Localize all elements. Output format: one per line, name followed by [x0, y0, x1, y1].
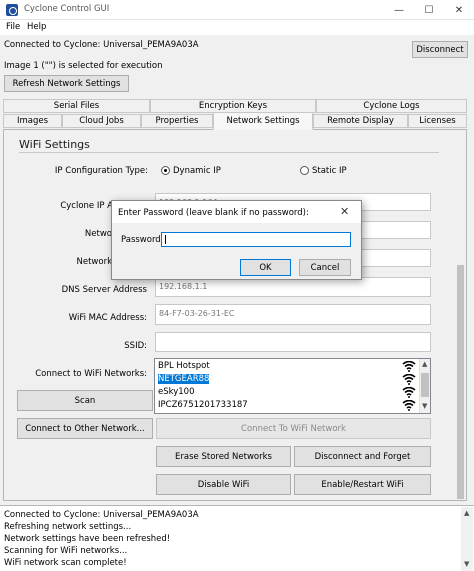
dynamic-ip-radio[interactable] — [161, 166, 170, 175]
connection-status: Connected to Cyclone: Universal_PEMA9A03… — [4, 40, 199, 50]
image-status: Image 1 ("") is selected for execution — [4, 61, 163, 71]
tab-encryption-keys[interactable]: Encryption Keys — [150, 99, 316, 113]
scroll-down-icon[interactable]: ▼ — [422, 402, 427, 410]
list-item[interactable]: NETGEAR88 — [156, 373, 420, 386]
erase-stored-networks-button[interactable]: Erase Stored Networks — [156, 446, 291, 467]
disconnect-forget-button[interactable]: Disconnect and Forget — [294, 446, 431, 467]
network-name: IPCZ6751201733187 — [158, 400, 248, 410]
dialog-title-bar: Enter Password (leave blank if no passwo… — [112, 201, 361, 223]
password-input[interactable] — [161, 232, 351, 247]
close-window-button[interactable]: ✕ — [444, 0, 474, 20]
refresh-network-button[interactable]: Refresh Network Settings — [4, 75, 129, 92]
static-ip-label: Static IP — [312, 166, 347, 176]
wifi-signal-icon — [402, 387, 416, 398]
log-line: WiFi network scan complete! — [4, 558, 127, 568]
network-list-scrollbar[interactable]: ▲ ▼ — [419, 359, 430, 413]
wifi-network-list[interactable]: BPL Hotspot NETGEAR88 eSky100 IPCZ675120… — [154, 358, 431, 414]
ip-address-label: Cyclone IP A — [60, 201, 113, 211]
wifi-signal-icon — [402, 400, 416, 411]
mac-field: 84-F7-03-26-31-EC — [155, 304, 431, 325]
app-icon — [6, 4, 18, 16]
dialog-title: Enter Password (leave blank if no passwo… — [118, 208, 309, 218]
network-name: eSky100 — [158, 387, 195, 397]
menu-help[interactable]: Help — [27, 22, 46, 32]
title-bar: Cyclone Control GUI — ☐ ✕ — [0, 0, 474, 20]
scroll-up-icon[interactable]: ▲ — [422, 360, 427, 368]
disconnect-button[interactable]: Disconnect — [412, 41, 468, 58]
panel-scrollbar[interactable] — [455, 130, 466, 500]
log-line: Connected to Cyclone: Universal_PEMA9A03… — [4, 510, 199, 520]
ip-config-label: IP Configuration Type: — [54, 166, 148, 176]
maximize-button[interactable]: ☐ — [414, 0, 444, 20]
tab-images[interactable]: Images — [3, 114, 62, 128]
dns-field[interactable]: 192.168.1.1 — [155, 277, 431, 297]
mac-label: WiFi MAC Address: — [68, 313, 147, 323]
panel-scroll-thumb[interactable] — [457, 265, 464, 499]
tab-cloud-jobs[interactable]: Cloud Jobs — [62, 114, 141, 128]
tab-serial-files[interactable]: Serial Files — [3, 99, 150, 113]
log-line: Network settings have been refreshed! — [4, 534, 171, 544]
menu-file[interactable]: File — [6, 22, 20, 32]
connect-other-network-button[interactable]: Connect to Other Network... — [17, 418, 153, 439]
log-scrollbar[interactable]: ▲ ▼ — [461, 507, 473, 571]
scroll-up-icon[interactable]: ▲ — [464, 509, 469, 517]
network-name: BPL Hotspot — [158, 361, 210, 371]
ssid-field[interactable] — [155, 332, 431, 352]
log-line: Refreshing network settings... — [4, 522, 132, 532]
wifi-signal-icon — [402, 361, 416, 372]
enable-restart-wifi-button[interactable]: Enable/Restart WiFi — [294, 474, 431, 495]
password-dialog: Enter Password (leave blank if no passwo… — [111, 200, 362, 280]
tab-licenses[interactable]: Licenses — [408, 114, 467, 128]
minimize-button[interactable]: — — [384, 0, 414, 20]
heading-divider — [19, 152, 439, 153]
log-output[interactable]: Connected to Cyclone: Universal_PEMA9A03… — [0, 505, 474, 571]
scroll-down-icon[interactable]: ▼ — [464, 560, 469, 568]
tab-properties[interactable]: Properties — [141, 114, 213, 128]
cancel-button[interactable]: Cancel — [299, 259, 351, 276]
list-item[interactable]: BPL Hotspot — [156, 360, 420, 373]
dns-label: DNS Server Address — [61, 285, 147, 295]
list-item[interactable]: eSky100 — [156, 386, 420, 399]
scan-button[interactable]: Scan — [17, 390, 153, 411]
disable-wifi-button[interactable]: Disable WiFi — [156, 474, 291, 495]
list-item[interactable]: IPCZ6751201733187 — [156, 399, 420, 412]
ok-button[interactable]: OK — [240, 259, 291, 276]
connect-wifi-network-button[interactable]: Connect To WiFi Network — [156, 418, 431, 439]
log-line: Scanning for WiFi networks... — [4, 546, 128, 556]
wifi-settings-heading: WiFi Settings — [19, 138, 90, 151]
static-ip-radio[interactable] — [300, 166, 309, 175]
scroll-thumb[interactable] — [421, 373, 429, 397]
tab-remote-display[interactable]: Remote Display — [313, 114, 408, 128]
menu-bar: File Help — [0, 20, 474, 35]
window-title: Cyclone Control GUI — [24, 4, 110, 14]
password-label: Password — [121, 235, 161, 245]
gateway-label: Network — [76, 257, 113, 267]
ssid-label: SSID: — [124, 341, 147, 351]
connect-networks-label: Connect to WiFi Networks: — [35, 369, 147, 379]
dynamic-ip-label: Dynamic IP — [173, 166, 221, 176]
tab-cyclone-logs[interactable]: Cyclone Logs — [316, 99, 467, 113]
close-icon[interactable]: ✕ — [340, 205, 349, 218]
network-name: NETGEAR88 — [158, 374, 210, 384]
tab-network-settings[interactable]: Network Settings — [213, 112, 313, 130]
text-caret — [165, 235, 166, 244]
wifi-signal-icon — [402, 374, 416, 385]
netmask-label: Netwo — [84, 229, 112, 239]
